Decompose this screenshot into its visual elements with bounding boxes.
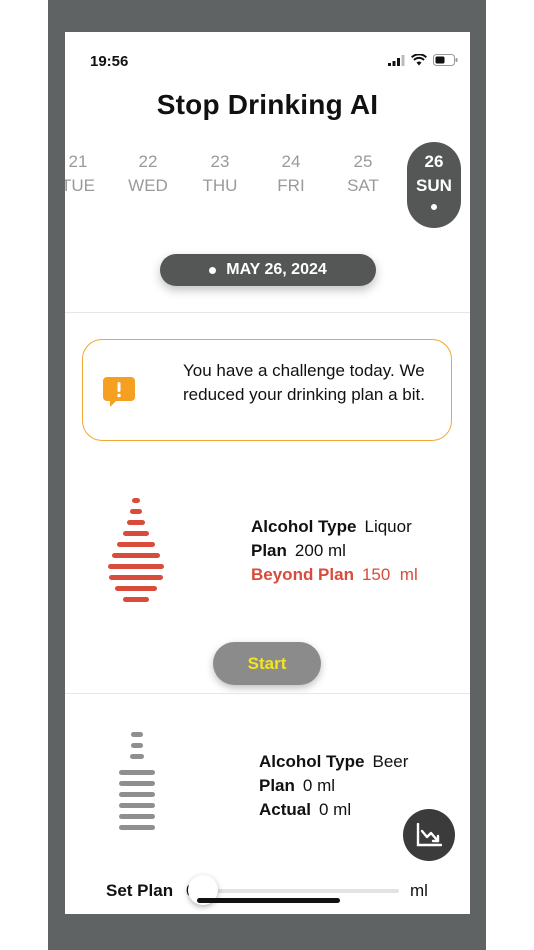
day-number: 23: [210, 152, 230, 171]
actual-label: Actual: [259, 800, 311, 819]
app-screen: 19:56 Stop Drinking AI 21 TUE 22 WED 23 …: [65, 32, 470, 914]
alcohol-type-row: Alcohol Type Beer: [259, 750, 408, 774]
day-thu-23[interactable]: 23 THU: [193, 150, 247, 198]
day-sat-25[interactable]: 25 SAT: [336, 150, 390, 198]
day-weekday: FRI: [277, 176, 305, 195]
alcohol-type-row: Alcohol Type Liquor: [251, 515, 418, 539]
challenge-notice: You have a challenge today. We reduced y…: [82, 339, 452, 441]
liquor-entry-info: Alcohol Type Liquor Plan 200 ml Beyond Pla…: [251, 515, 418, 587]
start-button[interactable]: Start: [213, 642, 321, 685]
day-weekday: SAT: [347, 176, 379, 195]
plan-value: 200: [294, 541, 324, 560]
beyond-plan-unit: ml: [399, 565, 418, 584]
liquor-drop-icon: [108, 498, 164, 602]
divider: [65, 693, 470, 694]
day-number: 21: [68, 152, 88, 171]
day-number: 22: [138, 152, 158, 171]
divider: [65, 312, 470, 313]
alcohol-type-label: Alcohol Type: [251, 517, 357, 536]
day-sun-26-selected[interactable]: 26 SUN: [407, 142, 461, 228]
day-weekday: THU: [202, 176, 238, 195]
day-weekday: SUN: [416, 176, 452, 195]
beyond-plan-value: 150: [361, 565, 391, 584]
plan-row: Plan 200 ml: [251, 539, 418, 563]
date-dot: [209, 266, 217, 274]
set-plan-slider-track[interactable]: [203, 889, 399, 893]
day-tue-21[interactable]: 21 TUE: [65, 150, 105, 198]
day-number: 26: [424, 152, 444, 171]
plan-unit: ml: [317, 776, 336, 795]
set-plan-label: Set Plan: [106, 881, 174, 900]
signal-icon: [388, 54, 405, 66]
app-title: Stop Drinking AI: [156, 89, 379, 120]
selected-date-pill[interactable]: MAY 26, 2024: [160, 254, 376, 286]
beer-entry-info: Alcohol Type Beer Plan 0 ml Actual 0 ml: [259, 750, 408, 822]
selected-day-dot: [431, 204, 437, 210]
beer-glass-icon: [119, 732, 155, 830]
alcohol-type-value: Beer: [372, 752, 409, 771]
day-number: 24: [281, 152, 301, 171]
chart-button[interactable]: [403, 809, 455, 861]
plan-row: Plan 0 ml: [259, 774, 408, 798]
plan-label: Plan: [259, 776, 295, 795]
beyond-plan-label: Beyond Plan: [251, 565, 354, 584]
chart-trend-icon: [416, 823, 442, 847]
home-indicator: [197, 898, 340, 903]
day-wed-22[interactable]: 22 WED: [121, 150, 175, 198]
day-weekday: TUE: [65, 176, 95, 195]
alcohol-type-label: Alcohol Type: [259, 752, 365, 771]
set-plan-unit: ml: [410, 881, 428, 900]
alcohol-type-value: Liquor: [364, 517, 412, 536]
beyond-plan-row: Beyond Plan 150 ml: [251, 563, 418, 587]
wifi-icon: [411, 54, 427, 66]
actual-value: 0: [318, 800, 329, 819]
alert-bubble-icon: [103, 377, 135, 407]
actual-unit: ml: [333, 800, 352, 819]
day-fri-24[interactable]: 24 FRI: [264, 150, 318, 198]
day-number: 25: [353, 152, 373, 171]
selected-date-label: MAY 26, 2024: [226, 261, 327, 278]
plan-label: Plan: [251, 541, 287, 560]
plan-value: 0: [302, 776, 313, 795]
status-time: 19:56: [90, 53, 129, 70]
challenge-notice-text: You have a challenge today. We reduced y…: [183, 361, 425, 404]
plan-unit: ml: [328, 541, 346, 560]
day-weekday: WED: [128, 176, 168, 195]
battery-icon: [433, 54, 458, 66]
status-icons: [388, 54, 458, 66]
actual-row: Actual 0 ml: [259, 798, 408, 822]
